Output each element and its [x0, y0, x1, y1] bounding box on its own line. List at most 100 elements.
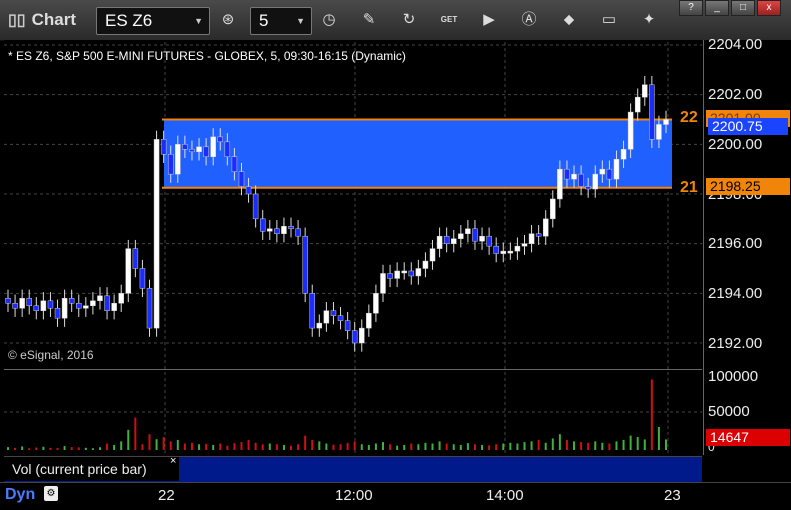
- candle-body: [146, 288, 153, 329]
- candle-body: [33, 305, 40, 311]
- candle-body: [54, 307, 61, 319]
- candle-body: [550, 198, 556, 220]
- candle-body: [599, 168, 606, 175]
- candle-body: [528, 233, 535, 244]
- candle-body: [160, 139, 167, 155]
- candle-body: [627, 111, 634, 150]
- candle-body: [465, 228, 471, 234]
- time-tick: 14:00: [486, 487, 524, 504]
- dyn-label[interactable]: Dyn: [5, 486, 35, 504]
- candle-body: [295, 228, 301, 237]
- candle-body: [351, 330, 358, 344]
- vol-panel-label[interactable]: Vol (current price bar): [4, 457, 179, 481]
- candle-body: [450, 238, 457, 244]
- last-price-tag: 2200.75: [708, 118, 788, 135]
- candle-body: [436, 235, 443, 249]
- volume-tick: 50000: [708, 403, 750, 420]
- candle-body: [182, 144, 188, 150]
- candle-body: [571, 173, 577, 180]
- candle-body: [196, 146, 202, 153]
- candle-body: [493, 245, 499, 254]
- candle-body: [649, 84, 655, 140]
- candle-body: [203, 146, 209, 157]
- lower-level-label: 21: [680, 179, 698, 196]
- upper-level-label: 22: [680, 109, 698, 126]
- candle-body: [125, 248, 132, 294]
- candle-body: [535, 233, 542, 237]
- dyn-settings-icon[interactable]: ⚙: [44, 486, 58, 501]
- candle-body: [578, 173, 584, 187]
- chart-canvas: [4, 42, 702, 482]
- candle-body: [302, 235, 308, 294]
- candle-body: [281, 226, 287, 234]
- close-icon[interactable]: ×: [170, 455, 176, 467]
- price-tick: 2196.00: [708, 235, 763, 252]
- candle-body: [83, 305, 89, 309]
- candle-body: [111, 303, 117, 311]
- candle-body: [61, 298, 68, 319]
- time-tick: 22: [158, 487, 175, 504]
- candle-body: [210, 136, 216, 157]
- candle-body: [167, 154, 174, 175]
- candle-body: [387, 273, 393, 279]
- candle-body: [139, 268, 146, 289]
- candle-body: [259, 218, 266, 232]
- candle-body: [330, 310, 337, 316]
- price-tick: 2204.00: [708, 36, 763, 53]
- candle-body: [542, 218, 549, 237]
- candle-body: [663, 119, 669, 125]
- candle-body: [26, 298, 32, 306]
- candle-body: [274, 228, 280, 234]
- candle-body: [620, 149, 627, 160]
- candle-body: [90, 300, 96, 306]
- price-tick: 2202.00: [708, 86, 763, 103]
- candle-body: [132, 248, 139, 269]
- candle-body: [12, 303, 18, 309]
- time-tick: 12:00: [335, 487, 373, 504]
- candle-body: [238, 171, 245, 187]
- chart-subtitle: * ES Z6, S&P 500 E-MINI FUTURES - GLOBEX…: [8, 49, 406, 63]
- lower-level-price: 2198.25: [706, 178, 790, 195]
- price-tick: 2200.00: [708, 136, 763, 153]
- candle-body: [380, 273, 386, 294]
- candle-body: [486, 235, 492, 247]
- candle-body: [19, 298, 25, 309]
- candle-body: [373, 293, 379, 314]
- candle-body: [245, 186, 252, 195]
- price-tick: 2192.00: [708, 335, 763, 352]
- time-tick: 23: [664, 487, 681, 504]
- candle-body: [557, 168, 563, 200]
- volume-tick: 100000: [708, 368, 759, 385]
- candle-body: [359, 327, 365, 344]
- candle-body: [429, 248, 436, 262]
- candle-body: [316, 322, 323, 329]
- copyright: © eSignal, 2016: [8, 348, 94, 362]
- candle-body: [252, 193, 259, 220]
- candle-body: [606, 168, 613, 180]
- candle-body: [613, 158, 620, 180]
- candle-body: [97, 295, 103, 302]
- candle-body: [408, 270, 415, 277]
- candle-body: [224, 141, 231, 158]
- candle-body: [323, 310, 330, 324]
- candle-body: [507, 250, 514, 254]
- candle-body: [5, 298, 11, 304]
- candle-body: [153, 139, 160, 329]
- candle-body: [443, 235, 450, 244]
- candle-body: [366, 312, 372, 329]
- candle-body: [189, 149, 195, 153]
- candle-body: [521, 243, 528, 247]
- candle-body: [458, 233, 464, 239]
- candle-body: [642, 84, 648, 98]
- candle-body: [40, 300, 47, 311]
- candle-body: [656, 124, 662, 140]
- candle-body: [472, 228, 478, 242]
- candle-body: [337, 315, 344, 321]
- candle-body: [514, 245, 521, 252]
- volume-value-tag: 14647: [706, 429, 790, 446]
- candle-body: [309, 293, 315, 329]
- candle-body: [175, 144, 181, 175]
- candle-body: [217, 136, 224, 143]
- candle-body: [118, 293, 124, 304]
- candle-body: [592, 173, 598, 190]
